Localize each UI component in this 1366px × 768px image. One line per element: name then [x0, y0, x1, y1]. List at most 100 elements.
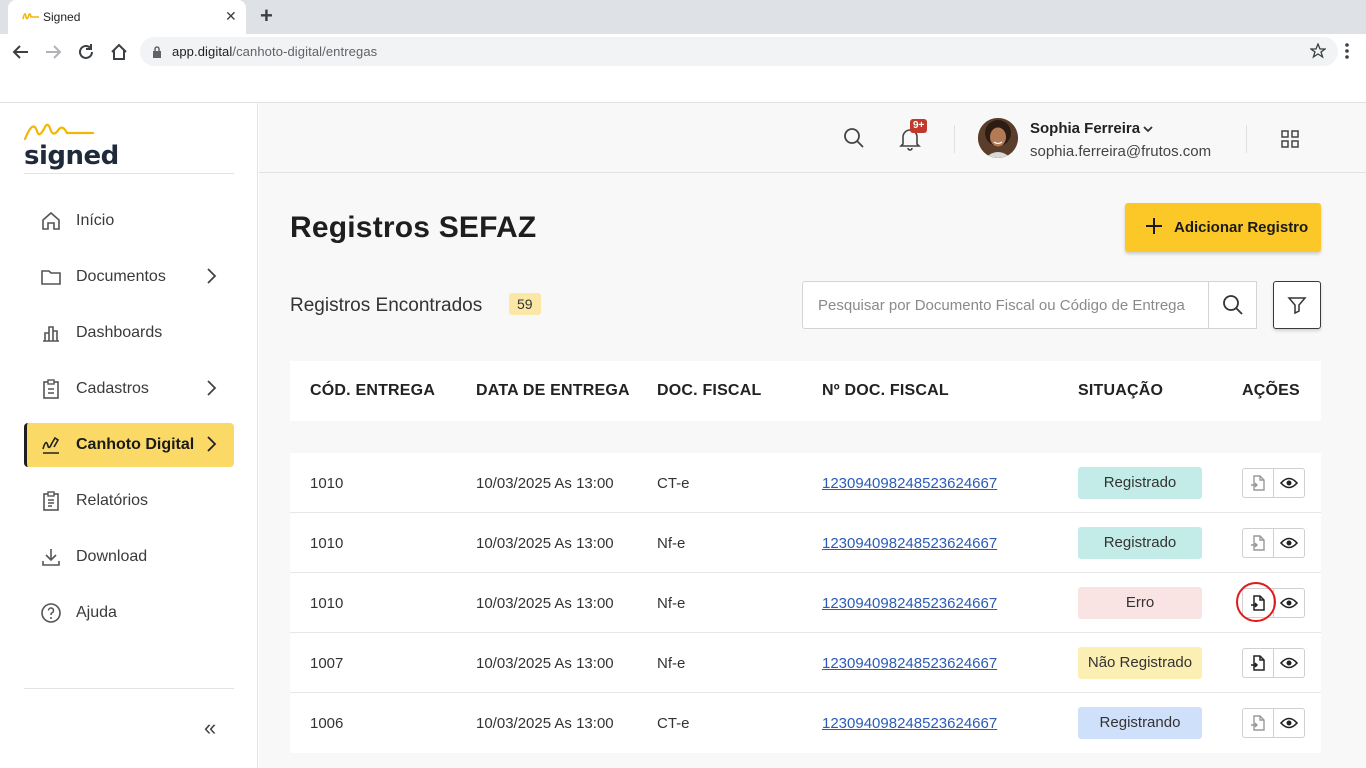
document-sync-icon — [1251, 715, 1265, 731]
signed-favicon-icon — [22, 13, 39, 20]
status-badge: Não Registrado — [1078, 647, 1202, 679]
avatar[interactable] — [978, 118, 1018, 158]
document-sync-icon — [1251, 655, 1265, 671]
notification-badge: 9+ — [910, 119, 928, 133]
sidebar-item-canhoto-digital[interactable]: Canhoto Digital — [24, 423, 234, 467]
tab-close-icon[interactable]: ✕ — [225, 8, 237, 24]
folder-icon — [41, 270, 61, 285]
delivery-date: 10/03/2025 As 13:00 — [476, 655, 614, 672]
sidebar-item-ajuda[interactable]: Ajuda — [24, 591, 234, 635]
url-text: app.digital/canhoto-digital/entregas — [172, 44, 378, 59]
fiscal-doc-type: CT-e — [657, 475, 690, 492]
help-icon — [41, 603, 61, 623]
search-input[interactable] — [803, 282, 1208, 328]
fiscal-doc-number-link[interactable]: 123094098248523624667 — [822, 655, 997, 672]
status-badge: Registrando — [1078, 707, 1202, 739]
download-icon — [42, 549, 60, 566]
filter-icon — [1287, 297, 1307, 315]
view-button[interactable] — [1273, 708, 1305, 738]
collapse-sidebar-icon[interactable]: « — [204, 717, 216, 739]
table-header: CÓD. ENTREGA DATA DE ENTREGA DOC. FISCAL… — [290, 361, 1321, 421]
sidebar-item-relatorios[interactable]: Relatórios — [24, 479, 234, 523]
sidebar-item-download[interactable]: Download — [24, 535, 234, 579]
browser-tab[interactable]: Signed ✕ — [8, 0, 246, 34]
delivery-code: 1010 — [310, 595, 344, 612]
eye-icon — [1280, 717, 1298, 729]
back-arrow-icon[interactable] — [9, 40, 33, 64]
fiscal-doc-number-link[interactable]: 123094098248523624667 — [822, 535, 997, 552]
register-document-button[interactable] — [1242, 648, 1274, 678]
fiscal-doc-number-link[interactable]: 123094098248523624667 — [822, 595, 997, 612]
add-record-label: Adicionar Registro — [1174, 219, 1309, 236]
sidebar-item-label: Download — [76, 548, 148, 565]
sidebar-divider — [24, 688, 234, 689]
eye-icon — [1280, 597, 1298, 609]
status-badge: Erro — [1078, 587, 1202, 619]
view-button[interactable] — [1273, 468, 1305, 498]
bar-chart-icon — [43, 326, 59, 342]
register-document-button[interactable] — [1242, 528, 1274, 558]
delivery-date: 10/03/2025 As 13:00 — [476, 535, 614, 552]
delivery-code: 1010 — [310, 475, 344, 492]
delivery-code: 1007 — [310, 655, 344, 672]
chevron-right-icon — [207, 436, 217, 452]
app: signed Início Documentos Dashboards Cada… — [0, 102, 1366, 768]
sidebar-item-label: Documentos — [76, 268, 166, 285]
reload-icon[interactable] — [74, 40, 98, 64]
browser-tabstrip: Signed ✕ + — [0, 0, 1366, 34]
user-email: sophia.ferreira@frutos.com — [1030, 143, 1212, 160]
sidebar-item-cadastros[interactable]: Cadastros — [24, 367, 234, 411]
main-content: 9+ Sophia Ferreira sophia.ferreira@fruto… — [259, 103, 1366, 768]
apps-grid-icon[interactable] — [1281, 130, 1299, 148]
add-record-button[interactable]: Adicionar Registro — [1125, 203, 1321, 252]
highlight-ring — [1236, 582, 1276, 622]
column-header: DOC. FISCAL — [657, 382, 762, 399]
sidebar-item-label: Ajuda — [76, 604, 117, 621]
sidebar-item-label: Relatórios — [76, 492, 149, 509]
register-document-button[interactable] — [1242, 708, 1274, 738]
column-header: SITUAÇÃO — [1078, 382, 1164, 399]
chevron-right-icon — [207, 380, 217, 396]
register-document-button[interactable] — [1242, 468, 1274, 498]
eye-icon — [1280, 657, 1298, 669]
fiscal-doc-type: Nf-e — [657, 535, 686, 552]
filter-button[interactable] — [1273, 281, 1321, 329]
browser-menu-icon[interactable] — [1344, 42, 1350, 60]
plus-icon — [1146, 218, 1162, 234]
fiscal-doc-number-link[interactable]: 123094098248523624667 — [822, 715, 997, 732]
home-button-icon[interactable] — [107, 40, 131, 64]
delivery-code: 1006 — [310, 715, 344, 732]
bookmark-star-icon[interactable] — [1310, 43, 1326, 59]
sidebar: signed Início Documentos Dashboards Cada… — [0, 103, 258, 768]
sidebar-item-documentos[interactable]: Documentos — [24, 255, 234, 299]
chevron-right-icon — [207, 268, 217, 284]
logo-text: signed — [24, 141, 119, 171]
user-name[interactable]: Sophia Ferreira — [1030, 120, 1140, 137]
column-header: CÓD. ENTREGA — [310, 382, 436, 399]
table-row: 1006 10/03/2025 As 13:00 CT-e 1230940982… — [290, 693, 1321, 753]
view-button[interactable] — [1273, 588, 1305, 618]
sidebar-item-label: Início — [76, 212, 115, 229]
search-button[interactable] — [1208, 282, 1257, 328]
chevron-down-icon[interactable] — [1142, 124, 1154, 134]
status-badge: Registrado — [1078, 467, 1202, 499]
forward-arrow-icon[interactable] — [41, 40, 65, 64]
tab-title: Signed — [43, 10, 81, 24]
lock-icon — [153, 46, 161, 58]
delivery-code: 1010 — [310, 535, 344, 552]
signature-icon — [42, 436, 60, 454]
sidebar-item-label: Dashboards — [76, 324, 163, 341]
table-row: 1007 10/03/2025 As 13:00 Nf-e 1230940982… — [290, 633, 1321, 693]
status-badge: Registrado — [1078, 527, 1202, 559]
sidebar-item-inicio[interactable]: Início — [24, 199, 234, 243]
search-icon[interactable] — [843, 127, 865, 149]
new-tab-icon[interactable]: + — [260, 5, 273, 27]
fiscal-doc-number-link[interactable]: 123094098248523624667 — [822, 475, 997, 492]
address-bar[interactable]: app.digital/canhoto-digital/entregas — [140, 37, 1338, 66]
view-button[interactable] — [1273, 648, 1305, 678]
report-icon — [43, 491, 59, 511]
view-button[interactable] — [1273, 528, 1305, 558]
delivery-date: 10/03/2025 As 13:00 — [476, 715, 614, 732]
sidebar-item-dashboards[interactable]: Dashboards — [24, 311, 234, 355]
sidebar-item-label: Canhoto Digital — [76, 436, 195, 453]
